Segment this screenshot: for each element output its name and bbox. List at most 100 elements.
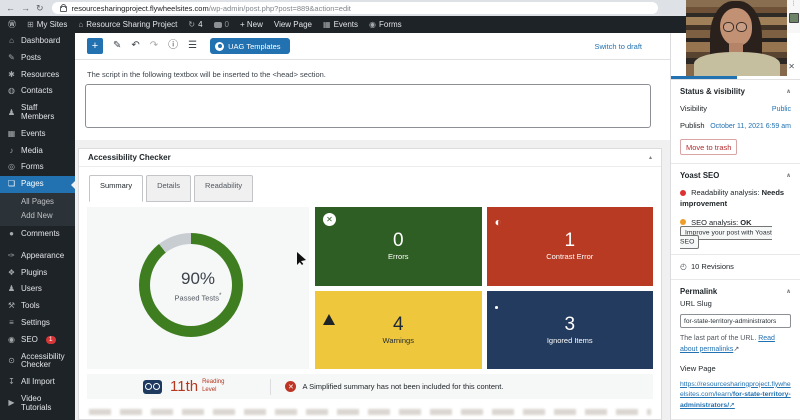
sidebar-item-seo[interactable]: ◉ SEO 1 bbox=[0, 332, 75, 349]
contrast-label: Contrast Error bbox=[546, 252, 594, 262]
submenu-item-add-new[interactable]: Add New bbox=[0, 209, 75, 223]
updates-icon: ↻ bbox=[188, 20, 196, 29]
sidebar-item-forms[interactable]: ◎ Forms bbox=[0, 159, 75, 176]
chevron-up-icon[interactable]: ∧ bbox=[786, 172, 791, 179]
url-slug-label: URL Slug bbox=[680, 298, 712, 308]
contrast-icon: ◐ bbox=[494, 215, 502, 229]
chevron-up-icon[interactable]: ∧ bbox=[786, 88, 791, 95]
status-visibility-header[interactable]: Status & visibility ∧ bbox=[680, 87, 791, 96]
view-page-link[interactable]: https://resourcesharingproject.flywheels… bbox=[680, 380, 791, 412]
comment-bubble-icon bbox=[213, 21, 222, 28]
comments-icon: ● bbox=[9, 228, 14, 238]
my-sites-menu[interactable]: ⊞ My Sites bbox=[27, 20, 67, 29]
sidebar-item-posts[interactable]: ✎ Posts bbox=[0, 50, 75, 67]
url-bar[interactable]: resourcesharingproject.flywheelsites.com… bbox=[51, 2, 658, 14]
sidebar-item-tools[interactable]: ⚒ Tools bbox=[0, 298, 75, 315]
pencil-tool-icon[interactable]: ✎ bbox=[113, 41, 121, 51]
sidebar-item-label: Settings bbox=[21, 317, 50, 327]
browser-menu-dots-icon[interactable]: ⋮ bbox=[787, 0, 800, 8]
browser-forward-icon[interactable]: → bbox=[21, 3, 30, 13]
simplified-summary-note: A Simplified summary has not been includ… bbox=[302, 382, 504, 391]
comments-menu[interactable]: 0 bbox=[213, 20, 229, 29]
wp-admin-bar: Ⓦ ⊞ My Sites ⌂ Resource Sharing Project … bbox=[0, 16, 800, 33]
sidebar-item-resources[interactable]: ✱ Resources bbox=[0, 67, 75, 84]
presenter-shirt bbox=[694, 52, 780, 76]
move-to-trash-button[interactable]: Move to trash bbox=[680, 139, 738, 155]
visibility-label: Visibility bbox=[680, 104, 707, 113]
revisions-row[interactable]: ◴ 10 Revisions bbox=[680, 262, 791, 271]
url-path: /wp-admin/post.php?post=889&action=edit bbox=[208, 3, 351, 13]
yoast-seo-header[interactable]: Yoast SEO ∧ bbox=[680, 171, 791, 180]
calendar-icon: ▦ bbox=[7, 128, 16, 138]
uag-templates-button[interactable]: UAG Templates bbox=[210, 38, 290, 54]
close-settings-icon[interactable]: ✕ bbox=[788, 62, 795, 71]
head-script-textarea[interactable] bbox=[85, 84, 651, 128]
warning-exclaim: ! bbox=[327, 299, 330, 307]
sidebar-item-plugins[interactable]: ❖ Plugins bbox=[0, 265, 75, 282]
collapse-caret-icon[interactable]: ▴ bbox=[649, 154, 652, 161]
script-note: The script in the following textbox will… bbox=[87, 70, 326, 79]
browser-reload-icon[interactable]: ↻ bbox=[36, 3, 44, 13]
sidebar-item-dashboard[interactable]: ⌂ Dashboard bbox=[0, 33, 75, 50]
home-icon: ⌂ bbox=[78, 20, 84, 29]
chevron-up-icon[interactable]: ∧ bbox=[786, 288, 791, 295]
url-slug-input[interactable] bbox=[680, 314, 791, 328]
pages-submenu: All Pages Add New bbox=[0, 192, 75, 226]
status-visibility-section: Status & visibility ∧ Visibility Public … bbox=[671, 80, 800, 164]
sidebar-item-gridbuilder[interactable]: ▧Gridbuilder™ bbox=[0, 417, 75, 420]
resources-icon: ✱ bbox=[8, 69, 15, 79]
tab-summary[interactable]: Summary bbox=[89, 175, 144, 202]
contrast-error-box[interactable]: ◐ 1 Contrast Error bbox=[486, 207, 653, 286]
webcam-overlay bbox=[686, 0, 787, 76]
accessibility-checker-header[interactable]: Accessibility Checker ▴ bbox=[79, 149, 661, 167]
sidebar-item-media[interactable]: ♪ Media bbox=[0, 143, 75, 160]
browser-back-icon[interactable]: ← bbox=[6, 3, 15, 13]
sidebar-item-events[interactable]: ▦ Events bbox=[0, 126, 75, 143]
events-menu[interactable]: ▦ Events bbox=[323, 20, 358, 29]
comments-count: 0 bbox=[224, 20, 229, 29]
improve-post-yoast-button[interactable]: Improve your post with Yoast SEO bbox=[680, 226, 772, 250]
details-info-icon[interactable]: ⓘ bbox=[168, 41, 178, 51]
permalink-header[interactable]: Permalink ∧ bbox=[680, 287, 791, 296]
readability-analysis-label: Readability analysis: bbox=[691, 188, 760, 197]
errors-box[interactable]: ✕ 0 Errors bbox=[315, 207, 482, 286]
sidebar-item-label: Posts bbox=[21, 52, 42, 62]
redo-icon[interactable]: ↷ bbox=[150, 41, 158, 51]
sidebar-item-video-tutorials[interactable]: ▶ Video Tutorials bbox=[0, 391, 75, 417]
wp-logo-icon[interactable]: Ⓦ bbox=[8, 19, 16, 30]
section-title: Permalink bbox=[680, 286, 718, 296]
browser-chrome: ← → ↻ resourcesharingproject.flywheelsit… bbox=[0, 0, 800, 16]
site-menu[interactable]: ⌂ Resource Sharing Project bbox=[78, 20, 177, 29]
forms-menu[interactable]: ◉ Forms bbox=[369, 20, 402, 29]
sidebar-item-all-import[interactable]: ↧ All Import bbox=[0, 374, 75, 391]
visibility-value-link[interactable]: Public bbox=[772, 106, 791, 113]
readability-analysis-row: Readability analysis: Needs improvement bbox=[680, 187, 791, 210]
publish-date-link[interactable]: October 11, 2021 6:59 am bbox=[710, 123, 791, 130]
accessibility-checker-panel: Accessibility Checker ▴ Summary Details … bbox=[78, 148, 662, 420]
updates-menu[interactable]: ↻ 4 bbox=[188, 20, 202, 29]
sidebar-item-label: Users bbox=[21, 284, 42, 294]
sidebar-item-staff-members[interactable]: ♟ Staff Members bbox=[0, 100, 75, 126]
sidebar-item-settings[interactable]: ≡ Settings bbox=[0, 315, 75, 332]
tab-readability[interactable]: Readability bbox=[194, 175, 254, 202]
warnings-box[interactable]: ! 4 Warnings bbox=[315, 290, 482, 369]
sidebar-item-appearance[interactable]: ✑ Appearance bbox=[0, 248, 75, 265]
sidebar-item-contacts[interactable]: ◍ Contacts bbox=[0, 83, 75, 100]
sidebar-item-users[interactable]: ♟ Users bbox=[0, 281, 75, 298]
undo-icon[interactable]: ↶ bbox=[131, 41, 139, 51]
sidebar-item-comments[interactable]: ● Comments bbox=[0, 226, 75, 243]
cutoff-blurred-text bbox=[89, 409, 651, 415]
active-tab-underline bbox=[671, 76, 737, 79]
new-menu[interactable]: + New bbox=[240, 20, 263, 29]
list-view-icon[interactable]: ☰ bbox=[188, 41, 197, 51]
submenu-item-all-pages[interactable]: All Pages bbox=[0, 195, 75, 209]
sidebar-item-pages[interactable]: ❏ Pages bbox=[0, 176, 75, 193]
editor-main: + ✎ ↶ ↷ ⓘ ☰ UAG Templates Switch to draf… bbox=[75, 33, 670, 420]
ignored-items-box[interactable]: 3 Ignored Items bbox=[486, 290, 653, 369]
sidebar-item-accessibility-checker[interactable]: ⊙ Accessibility Checker bbox=[0, 349, 75, 375]
add-block-button[interactable]: + bbox=[87, 38, 103, 54]
tab-details[interactable]: Details bbox=[146, 175, 192, 202]
view-page-menu[interactable]: View Page bbox=[274, 20, 312, 29]
extension-icon[interactable] bbox=[788, 13, 799, 23]
switch-to-draft-link[interactable]: Switch to draft bbox=[594, 42, 658, 51]
